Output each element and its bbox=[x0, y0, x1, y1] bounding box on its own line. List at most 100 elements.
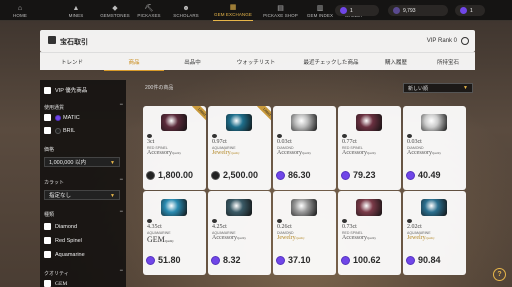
gem-quality: AccessoryQuality bbox=[277, 150, 311, 156]
product-card[interactable]: 0.03ct DIAMOND AccessoryQuality 86.30 bbox=[273, 106, 336, 190]
gem-price: 40.49 bbox=[406, 169, 441, 181]
gem-quality: AccessoryQuality bbox=[342, 235, 376, 241]
price-value: 8.32 bbox=[223, 255, 241, 265]
gem-image bbox=[226, 199, 252, 216]
nav-item-gem-index[interactable]: ▥ GEM INDEX bbox=[305, 0, 335, 21]
vip-checkbox[interactable] bbox=[44, 86, 51, 94]
diamond-checkbox[interactable] bbox=[44, 223, 51, 230]
nav-item-scholars[interactable]: ☻ SCHOLARS bbox=[168, 0, 204, 21]
collapse-icon[interactable]: − bbox=[119, 209, 123, 215]
nav-item-gemstones[interactable]: ◆ GEMSTONES bbox=[100, 0, 130, 21]
product-card[interactable]: 2.02ct AQUAMARINE JewelryQuality 90.84 bbox=[403, 191, 466, 275]
tab-2[interactable]: 出品中 bbox=[164, 53, 221, 71]
coin-icon bbox=[340, 7, 347, 14]
product-card[interactable]: 4.35ct AQUAMARINE GEMQuality 51.80 bbox=[143, 191, 206, 275]
price-select[interactable]: 1,000,000 以内 ▼ bbox=[44, 157, 120, 167]
gem-quality-checkbox[interactable] bbox=[44, 280, 51, 287]
shop-icon: ▤ bbox=[277, 5, 284, 12]
sort-select[interactable]: 新しい順 ▼ bbox=[403, 83, 473, 93]
nav-item-pickaxe-shop[interactable]: ▤ PICKAXE SHOP bbox=[263, 0, 298, 21]
gem-type-icon bbox=[212, 219, 217, 223]
balance-value: 1 bbox=[470, 7, 473, 14]
tab-6[interactable]: 所持宝石 bbox=[421, 53, 475, 71]
gem-quality: JewelryQuality bbox=[277, 235, 305, 241]
gem-quality: AccessoryQuality bbox=[342, 150, 376, 156]
type-label: Red Spinel bbox=[55, 237, 82, 244]
wallet-balance[interactable]: 1 bbox=[335, 5, 379, 16]
collapse-icon[interactable]: − bbox=[119, 102, 123, 108]
price-select-value: 1,000,000 以内 bbox=[49, 160, 86, 166]
gem-price: 1,800.00 bbox=[146, 169, 193, 181]
type-option-red-spinel[interactable]: Red Spinel bbox=[44, 237, 82, 244]
product-card[interactable]: Listed 3ct RED SPINEL AccessoryQuality 1,800… bbox=[143, 106, 206, 190]
product-card[interactable]: 0.26ct DIAMOND JewelryQuality 37.10 bbox=[273, 191, 336, 275]
vip-rank-icon[interactable] bbox=[461, 37, 469, 45]
price-value: 51.80 bbox=[158, 255, 181, 265]
wallet-balance[interactable]: 9,793 bbox=[388, 5, 448, 16]
vip-filter-label: VIP 優先商品 bbox=[55, 88, 88, 94]
currency-option-bril[interactable]: BRIL bbox=[44, 127, 75, 134]
currency-option-matic[interactable]: MATIC bbox=[44, 114, 80, 121]
sort-value: 新しい順 bbox=[408, 85, 429, 92]
coin-icon bbox=[460, 7, 467, 14]
carat-select[interactable]: 指定なし ▼ bbox=[44, 190, 120, 200]
filter-sidebar: VIP 優先商品 使用通貨 − MATIC BRIL 価格 1,000,000 … bbox=[40, 80, 126, 287]
gem-quality: AccessoryQuality bbox=[147, 150, 181, 156]
gem-carat: 0.03ct bbox=[277, 139, 292, 145]
carat-heading: カラット bbox=[44, 180, 65, 186]
tab-3[interactable]: ウォッチリスト bbox=[221, 53, 291, 71]
matic-checkbox[interactable] bbox=[44, 114, 51, 121]
vip-rank[interactable]: VIP Rank 0 bbox=[427, 38, 457, 44]
gem-carat: 0.73ct bbox=[342, 224, 357, 230]
top-navigation: ⌂ HOME ▲ MINES ◆ GEMSTONES ⛏ PICKAXES ☻ SCHOLARS ▦… bbox=[0, 0, 512, 21]
currency-icon bbox=[341, 170, 350, 180]
vip-filter[interactable]: VIP 優先商品 bbox=[44, 86, 87, 94]
tab-1[interactable]: 商品 bbox=[104, 53, 164, 71]
collapse-icon[interactable]: − bbox=[119, 268, 123, 274]
product-card[interactable]: Listed 0.97ct AQUAMARINE JewelryQuality 2,50… bbox=[208, 106, 271, 190]
type-label: Diamond bbox=[55, 223, 78, 230]
nav-label: PICKAXE SHOP bbox=[263, 13, 298, 18]
nav-item-mines[interactable]: ▲ MINES bbox=[57, 0, 95, 21]
currency-label: BRIL bbox=[63, 127, 76, 134]
product-card[interactable]: 4.25ct AQUAMARINE AccessoryQuality 8.32 bbox=[208, 191, 271, 275]
currency-icon bbox=[406, 170, 415, 180]
product-card[interactable]: 0.03ct DIAMOND AccessoryQuality 40.49 bbox=[403, 106, 466, 190]
home-icon: ⌂ bbox=[17, 5, 23, 12]
listed-ribbon: Listed bbox=[257, 106, 271, 122]
price-value: 100.62 bbox=[353, 255, 381, 265]
bril-checkbox[interactable] bbox=[44, 127, 51, 134]
wallet-balance[interactable]: 1 bbox=[455, 5, 485, 16]
tab-5[interactable]: 購入履歴 bbox=[371, 53, 421, 71]
aquamarine-checkbox[interactable] bbox=[44, 251, 51, 258]
gem-price: 2,500.00 bbox=[211, 169, 258, 181]
tab-4[interactable]: 最近チェックした商品 bbox=[291, 53, 371, 71]
help-button[interactable]: ? bbox=[493, 268, 506, 281]
gem-type-icon bbox=[147, 134, 152, 138]
nav-item-pickaxes[interactable]: ⛏ PICKAXES bbox=[134, 0, 164, 21]
tab-0[interactable]: トレンド bbox=[40, 53, 104, 71]
quality-option-gem[interactable]: GEM bbox=[44, 280, 67, 287]
results-count: 200件の商品 bbox=[145, 85, 174, 91]
type-option-diamond[interactable]: Diamond bbox=[44, 223, 77, 230]
red-spinel-checkbox[interactable] bbox=[44, 237, 51, 244]
nav-item-gem-exchange[interactable]: ▦ GEM EXCHANGE bbox=[213, 0, 253, 21]
gem-image bbox=[226, 114, 252, 131]
type-option-aquamarine[interactable]: Aquamarine bbox=[44, 251, 85, 258]
product-card[interactable]: 0.77ct RED SPINEL AccessoryQuality 79.23 bbox=[338, 106, 401, 190]
currency-icon bbox=[211, 170, 220, 180]
page-header: 宝石取引 VIP Rank 0 bbox=[40, 30, 475, 52]
price-heading: 価格 bbox=[44, 147, 55, 153]
gem-quality: JewelryQuality bbox=[407, 235, 435, 241]
nav-item-home[interactable]: ⌂ HOME bbox=[0, 0, 40, 21]
gem-price: 8.32 bbox=[211, 254, 241, 266]
price-value: 79.23 bbox=[353, 170, 376, 180]
price-value: 86.30 bbox=[288, 170, 311, 180]
currency-icon bbox=[211, 255, 220, 265]
currency-heading: 使用通貨 bbox=[44, 105, 65, 111]
product-card[interactable]: 0.73ct RED SPINEL AccessoryQuality 100.62 bbox=[338, 191, 401, 275]
gem-image bbox=[161, 114, 187, 131]
tab-bar: トレンド 商品 出品中 ウォッチリスト 最近チェックした商品 購入履歴 所持宝石 bbox=[40, 52, 475, 71]
gem-quality: GEMQuality bbox=[147, 235, 174, 244]
collapse-icon[interactable]: − bbox=[119, 177, 123, 183]
